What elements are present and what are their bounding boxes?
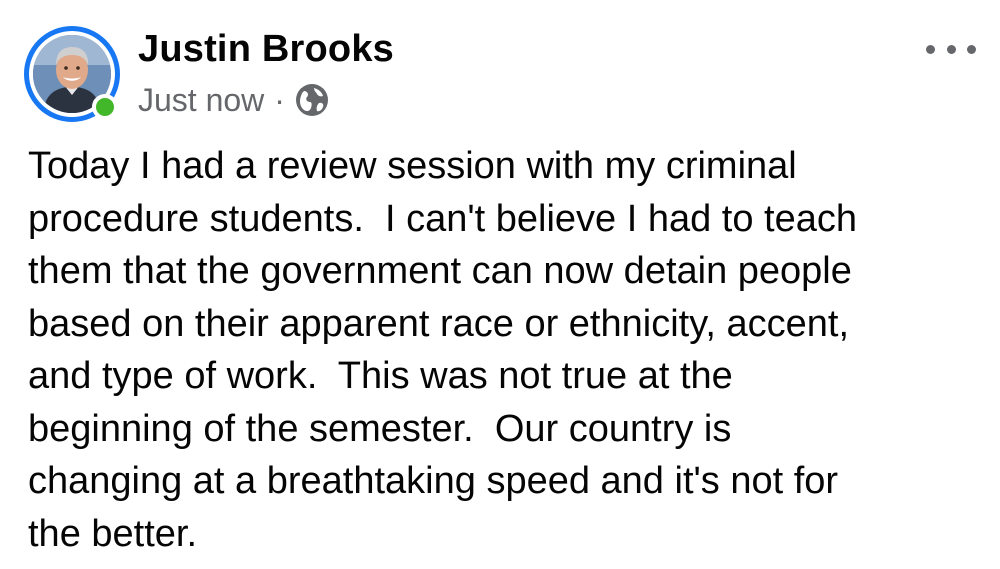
- post-text-line: based on their apparent race or ethnicit…: [28, 302, 850, 345]
- post-timestamp[interactable]: Just now: [138, 82, 264, 119]
- avatar[interactable]: [24, 26, 120, 122]
- post-text-line: the better.: [28, 512, 198, 555]
- post-text-line: Today I had a review session with my cri…: [28, 145, 797, 187]
- post-text-line: beginning of the semester. Our country i…: [28, 407, 732, 450]
- post-text-line: procedure students. I can't believe I ha…: [28, 197, 858, 240]
- post-text-line: and type of work. This was not true at t…: [28, 355, 733, 397]
- post-header: Justin Brooks Just now ·: [0, 0, 1000, 130]
- globe-icon[interactable]: [295, 83, 329, 117]
- more-horizontal-icon: [946, 44, 956, 54]
- post-text: Today I had a review session with my cri…: [28, 140, 978, 560]
- meta-separator: ·: [274, 81, 285, 118]
- author-name[interactable]: Justin Brooks: [138, 28, 394, 71]
- post-text-line: changing at a breathtaking speed and it'…: [28, 460, 839, 502]
- post-text-line: them that the government can now detain …: [28, 250, 852, 292]
- more-options-button[interactable]: [926, 36, 976, 62]
- online-status-dot: [92, 94, 118, 120]
- more-horizontal-icon: [967, 44, 976, 54]
- more-horizontal-icon: [926, 44, 935, 54]
- post-meta: Just now ·: [138, 80, 329, 120]
